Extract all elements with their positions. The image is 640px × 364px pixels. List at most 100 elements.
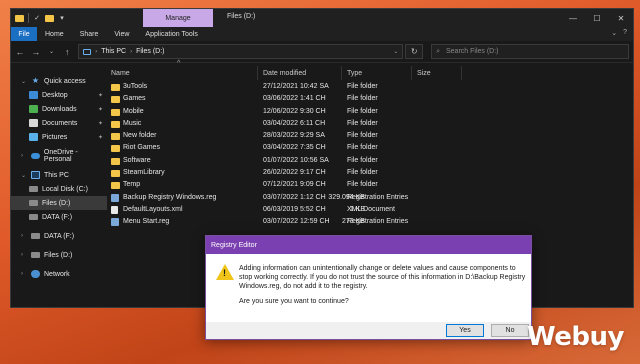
- sidebar-item-data-f-removable[interactable]: › DATA (F:): [11, 229, 107, 243]
- dialog-title: Registry Editor: [206, 236, 531, 254]
- column-header-date[interactable]: Date modified: [263, 70, 306, 77]
- table-row[interactable]: 3uTools 27/12/2021 10:42 SA File folder: [107, 82, 633, 94]
- chevron-down-icon[interactable]: ▾: [58, 14, 66, 22]
- breadcrumb-this-pc[interactable]: This PC: [101, 48, 126, 55]
- file-date-modified: 07/12/2021 9:09 CH: [263, 181, 326, 189]
- file-name: SteamLibrary: [123, 169, 165, 177]
- sidebar-item-label: DATA (F:): [42, 213, 73, 221]
- file-type: File folder: [347, 181, 378, 189]
- close-icon[interactable]: ✕: [609, 9, 633, 27]
- file-rows: 3uTools 27/12/2021 10:42 SA File folder Gam…: [107, 82, 633, 230]
- file-date-modified: 03/04/2022 7:35 CH: [263, 144, 326, 152]
- sidebar-item-label: Local Disk (C:): [42, 185, 88, 193]
- column-divider[interactable]: [411, 66, 412, 80]
- refresh-icon[interactable]: ↻: [405, 44, 424, 59]
- computer-icon: [83, 48, 92, 55]
- sidebar-item-desktop[interactable]: Desktop ✦: [11, 88, 107, 102]
- sidebar-item-files-d-root[interactable]: › Files (D:): [11, 248, 107, 262]
- address-bar[interactable]: › This PC › Files (D:) ⌄: [78, 44, 404, 59]
- sidebar-item-quick-access[interactable]: ⌄ ★ Quick access: [11, 74, 107, 88]
- help-icon[interactable]: ?: [623, 29, 627, 37]
- file-name: 3uTools: [123, 83, 148, 90]
- column-header-type[interactable]: Type: [347, 70, 362, 77]
- folder-icon: [15, 14, 24, 22]
- sidebar-item-label: Downloads: [42, 105, 77, 113]
- column-header-name[interactable]: Name: [111, 70, 130, 77]
- file-name: New folder: [123, 132, 157, 140]
- chevron-down-icon[interactable]: ⌄: [393, 48, 398, 55]
- download-icon: [29, 105, 38, 113]
- sidebar-item-this-pc[interactable]: ⌄ This PC: [11, 168, 107, 182]
- sidebar-item-data-f[interactable]: DATA (F:): [11, 210, 107, 224]
- table-row[interactable]: SteamLibrary 26/02/2022 9:17 CH File folde…: [107, 168, 633, 180]
- folder-icon: [111, 133, 120, 141]
- table-row[interactable]: Temp 07/12/2021 9:09 CH File folder: [107, 180, 633, 192]
- column-headers: ^ Name Date modified Type Size: [107, 60, 633, 82]
- sidebar-item-downloads[interactable]: Downloads ✦: [11, 102, 107, 116]
- file-size: 329.094 KB: [328, 193, 365, 201]
- table-row[interactable]: Games 03/06/2022 1:41 CH File folder: [107, 94, 633, 106]
- navigation-pane: ⌄ ★ Quick access Desktop ✦ Downloads ✦ D…: [11, 64, 107, 307]
- desktop-icon: [29, 91, 38, 99]
- sidebar-item-label: DATA (F:): [44, 232, 75, 240]
- table-row[interactable]: DefaultLayouts.xml 06/03/2019 5:52 CH XML …: [107, 205, 633, 217]
- chevron-right-icon[interactable]: ›: [21, 271, 27, 277]
- sidebar-item-network[interactable]: › Network: [11, 267, 107, 281]
- tab-share[interactable]: Share: [72, 27, 107, 41]
- expand-ribbon-icon[interactable]: ⌄: [611, 29, 617, 37]
- quick-access-toolbar: ✓ ▾: [11, 9, 66, 27]
- table-row[interactable]: Riot Games 03/04/2022 7:35 CH File folder: [107, 143, 633, 155]
- table-row[interactable]: Mobile 12/06/2022 9:30 CH File folder: [107, 107, 633, 119]
- sidebar-item-onedrive[interactable]: › OneDrive - Personal: [11, 149, 107, 163]
- file-name: Games: [123, 95, 146, 103]
- chevron-down-icon[interactable]: ⌄: [21, 172, 27, 179]
- chevron-down-icon[interactable]: ⌄: [21, 78, 27, 85]
- tab-home[interactable]: Home: [37, 27, 72, 41]
- chevron-right-icon: ›: [95, 48, 98, 55]
- yes-button[interactable]: Yes: [446, 324, 484, 337]
- chevron-right-icon[interactable]: ›: [21, 233, 27, 239]
- column-header-size[interactable]: Size: [417, 70, 431, 77]
- tab-file[interactable]: File: [11, 27, 37, 41]
- file-name: Mobile: [123, 107, 144, 115]
- file-date-modified: 03/04/2022 6:11 CH: [263, 119, 326, 127]
- recent-locations-icon[interactable]: ⌄: [47, 48, 57, 55]
- table-row[interactable]: Software 01/07/2022 10:56 SA File folder: [107, 156, 633, 168]
- sidebar-item-files-d[interactable]: Files (D:): [11, 196, 107, 210]
- chevron-right-icon[interactable]: ›: [21, 252, 27, 258]
- sidebar-item-label: Desktop: [42, 91, 68, 99]
- column-divider[interactable]: [461, 66, 462, 80]
- table-row[interactable]: New folder 28/03/2022 9:29 SA File folder: [107, 131, 633, 143]
- column-divider[interactable]: [257, 66, 258, 80]
- tab-application-tools[interactable]: Application Tools: [137, 27, 205, 41]
- star-icon: ★: [31, 76, 40, 85]
- table-row[interactable]: Music 03/04/2022 6:11 CH File folder: [107, 119, 633, 131]
- search-input[interactable]: ⌕ Search Files (D:): [431, 44, 630, 59]
- table-row[interactable]: Menu Start.reg 03/07/2022 12:59 CH Registr…: [107, 217, 633, 229]
- file-name: Menu Start.reg: [123, 218, 170, 226]
- new-folder-icon[interactable]: [45, 14, 54, 22]
- column-divider[interactable]: [341, 66, 342, 80]
- file-date-modified: 03/06/2022 1:41 CH: [263, 95, 326, 103]
- forward-icon[interactable]: →: [31, 47, 41, 57]
- dialog-footer: Yes No: [206, 322, 531, 339]
- no-button[interactable]: No: [491, 324, 529, 337]
- sidebar-item-pictures[interactable]: Pictures ✦: [11, 130, 107, 144]
- manage-tab[interactable]: Manage: [143, 9, 213, 27]
- table-row[interactable]: Backup Registry Windows.reg 03/07/2022 1:…: [107, 193, 633, 205]
- breadcrumb-files-d[interactable]: Files (D:): [136, 48, 164, 55]
- minimize-icon[interactable]: —: [561, 9, 585, 27]
- properties-icon[interactable]: ✓: [33, 14, 41, 22]
- file-type: File folder: [347, 107, 378, 115]
- up-icon[interactable]: ↑: [62, 47, 72, 57]
- chevron-right-icon[interactable]: ›: [21, 153, 27, 159]
- drive-icon: [29, 186, 38, 192]
- sidebar-item-documents[interactable]: Documents ✦: [11, 116, 107, 130]
- back-icon[interactable]: ←: [15, 47, 25, 57]
- maximize-icon[interactable]: ☐: [585, 9, 609, 27]
- sidebar-item-local-disk-c[interactable]: Local Disk (C:): [11, 182, 107, 196]
- tab-view[interactable]: View: [106, 27, 137, 41]
- registry-file-icon: [111, 193, 119, 202]
- folder-icon: [111, 84, 120, 91]
- file-date-modified: 27/12/2021 10:42 SA: [263, 83, 329, 90]
